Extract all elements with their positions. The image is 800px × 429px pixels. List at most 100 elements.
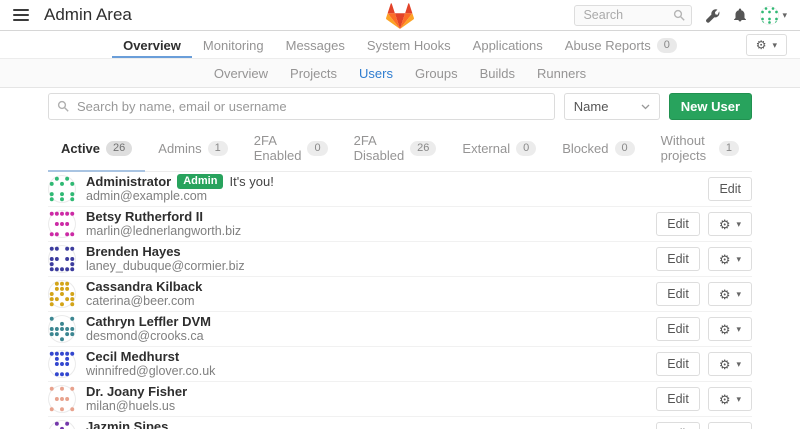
nav-tab-applications[interactable]: Applications	[462, 31, 554, 58]
user-name[interactable]: Betsy Rutherford II	[86, 209, 203, 224]
filter-tab-without-projects[interactable]: Without projects1	[648, 131, 752, 172]
filter-tab-2fa-disabled[interactable]: 2FA Disabled26	[341, 131, 450, 172]
subnav-projects[interactable]: Projects	[279, 66, 348, 81]
count-badge: 0	[615, 141, 635, 156]
user-avatar	[48, 385, 76, 413]
nav-tab-abuse-reports[interactable]: Abuse Reports 0	[554, 31, 688, 58]
gear-icon: ⚙	[719, 218, 731, 231]
user-email: milan@huels.us	[86, 399, 656, 414]
gear-icon: ⚙	[719, 393, 731, 406]
admin-settings-dropdown-button[interactable]: ⚙ ▾	[746, 34, 787, 56]
count-badge: 0	[307, 141, 327, 156]
user-search-input[interactable]	[48, 93, 555, 120]
user-menu[interactable]: ▾	[760, 6, 787, 25]
nav-tab-overview[interactable]: Overview	[112, 31, 192, 58]
edit-user-button[interactable]: Edit	[656, 282, 700, 306]
user-settings-dropdown-button[interactable]: ⚙▾	[708, 317, 752, 341]
gear-icon: ⚙	[719, 253, 731, 266]
notifications-bell-icon[interactable]	[733, 8, 747, 22]
sort-dropdown[interactable]: Name	[564, 93, 660, 120]
new-user-button[interactable]: New User	[669, 93, 752, 120]
user-email: admin@example.com	[86, 189, 708, 204]
user-name[interactable]: Brenden Hayes	[86, 244, 181, 259]
chevron-down-icon	[641, 104, 650, 110]
gear-icon: ⚙	[719, 288, 731, 301]
nav-tab-system-hooks[interactable]: System Hooks	[356, 31, 462, 58]
user-row: Dr. Joany Fisher milan@huels.us Edit ⚙▾	[48, 382, 752, 417]
top-bar-actions: ▾	[574, 5, 787, 26]
edit-user-button[interactable]: Edit	[656, 317, 700, 341]
caret-down-icon: ▾	[736, 395, 741, 404]
user-row: Cassandra Kilback caterina@beer.com Edit…	[48, 277, 752, 312]
subnav-builds[interactable]: Builds	[469, 66, 526, 81]
user-settings-dropdown-button[interactable]: ⚙▾	[708, 212, 752, 236]
user-name[interactable]: Cathryn Leffler DVM	[86, 314, 211, 329]
gear-icon: ⚙	[719, 358, 731, 371]
menu-icon[interactable]	[13, 9, 29, 21]
user-settings-dropdown-button[interactable]: ⚙▾	[708, 387, 752, 411]
user-avatar	[48, 210, 76, 238]
user-avatar	[48, 350, 76, 378]
edit-user-button[interactable]: Edit	[656, 212, 700, 236]
user-name[interactable]: Jazmin Sipes	[86, 419, 168, 429]
user-settings-dropdown-button[interactable]: ⚙▾	[708, 352, 752, 376]
current-user-avatar	[760, 6, 779, 25]
gitlab-logo[interactable]	[384, 2, 416, 30]
admin-wrench-icon[interactable]	[705, 8, 720, 23]
user-name[interactable]: Dr. Joany Fisher	[86, 384, 187, 399]
edit-user-button[interactable]: Edit	[656, 352, 700, 376]
user-email: marlin@lednerlangworth.biz	[86, 224, 656, 239]
subnav-runners[interactable]: Runners	[526, 66, 597, 81]
caret-down-icon: ▾	[782, 11, 787, 20]
count-badge: 0	[516, 141, 536, 156]
user-email: desmond@crooks.ca	[86, 329, 656, 344]
user-avatar	[48, 175, 76, 203]
edit-user-button[interactable]: Edit	[656, 422, 700, 429]
caret-down-icon: ▾	[736, 255, 741, 264]
user-email: winnifred@glover.co.uk	[86, 364, 656, 379]
nav-tab-monitoring[interactable]: Monitoring	[192, 31, 275, 58]
user-row: Cecil Medhurst winnifred@glover.co.uk Ed…	[48, 347, 752, 382]
edit-user-button[interactable]: Edit	[656, 247, 700, 271]
filter-tab-external[interactable]: External0	[449, 131, 549, 172]
user-settings-dropdown-button[interactable]: ⚙▾	[708, 282, 752, 306]
filter-tab-2fa-enabled[interactable]: 2FA Enabled0	[241, 131, 341, 172]
user-row: Betsy Rutherford II marlin@lednerlangwor…	[48, 207, 752, 242]
filter-tab-admins[interactable]: Admins1	[145, 131, 240, 172]
subnav-users[interactable]: Users	[348, 66, 404, 81]
user-row: Jazmin Sipes juliet.turner@leannon.co.uk…	[48, 417, 752, 429]
user-name[interactable]: Cecil Medhurst	[86, 349, 179, 364]
user-email: laney_dubuque@cormier.biz	[86, 259, 656, 274]
admin-badge: Admin	[177, 174, 223, 189]
count-badge: 1	[208, 141, 228, 156]
nav-tab-messages[interactable]: Messages	[275, 31, 356, 58]
subnav-overview[interactable]: Overview	[203, 66, 279, 81]
user-search-field	[48, 93, 555, 120]
page-title: Admin Area	[44, 5, 132, 25]
gear-icon: ⚙	[756, 38, 767, 52]
user-avatar	[48, 280, 76, 308]
sort-dropdown-value: Name	[574, 99, 609, 114]
admin-nav: Overview Monitoring Messages System Hook…	[0, 31, 800, 59]
user-avatar	[48, 245, 76, 273]
count-badge: 26	[410, 141, 436, 156]
user-name[interactable]: Cassandra Kilback	[86, 279, 202, 294]
filter-tab-active[interactable]: Active26	[48, 131, 145, 172]
edit-user-button[interactable]: Edit	[656, 387, 700, 411]
global-search	[574, 5, 692, 26]
user-settings-dropdown-button[interactable]: ⚙▾	[708, 247, 752, 271]
users-toolbar: Name New User	[48, 93, 752, 120]
filter-tab-blocked[interactable]: Blocked0	[549, 131, 647, 172]
caret-down-icon: ▾	[736, 290, 741, 299]
user-name[interactable]: Administrator	[86, 174, 171, 189]
count-badge: 1	[719, 141, 739, 156]
user-filter-tabs: Active26 Admins1 2FA Enabled0 2FA Disabl…	[48, 131, 752, 172]
user-row: Cathryn Leffler DVM desmond@crooks.ca Ed…	[48, 312, 752, 347]
admin-nav-list: Overview Monitoring Messages System Hook…	[112, 31, 688, 58]
edit-user-button[interactable]: Edit	[708, 177, 752, 201]
caret-down-icon: ▾	[736, 325, 741, 334]
search-icon	[57, 100, 70, 113]
gear-icon: ⚙	[719, 323, 731, 336]
subnav-groups[interactable]: Groups	[404, 66, 469, 81]
user-settings-dropdown-button[interactable]: ⚙▾	[708, 422, 752, 429]
